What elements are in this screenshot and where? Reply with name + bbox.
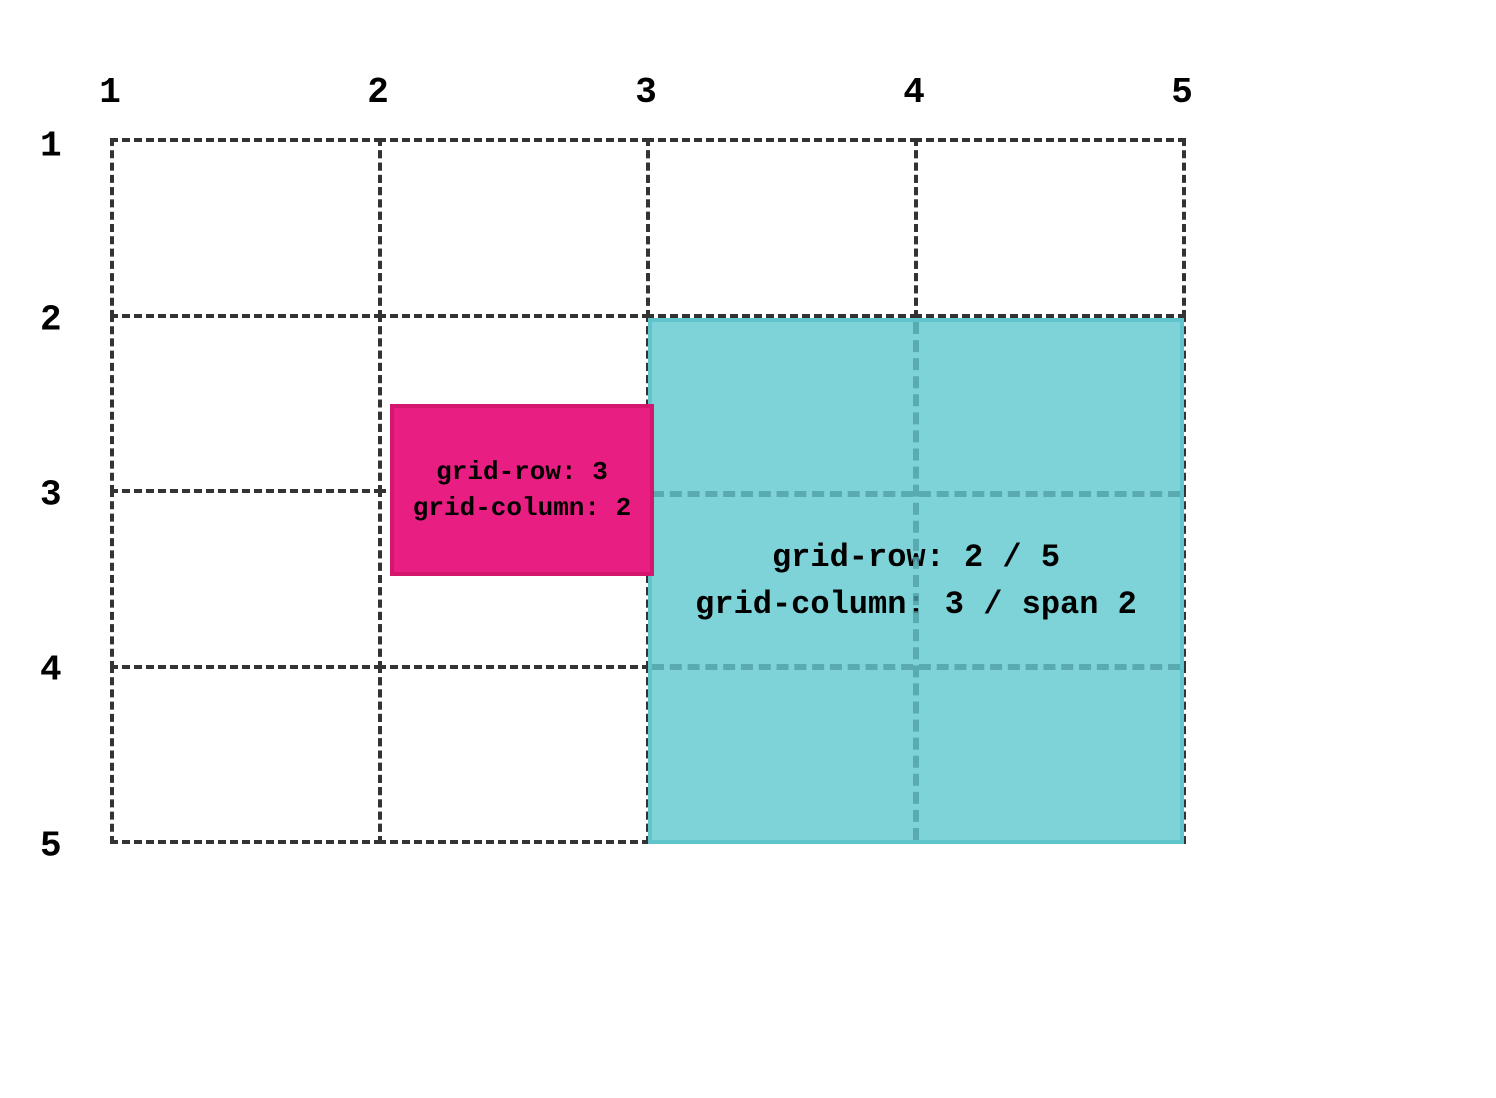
column-line-label: 1 xyxy=(99,72,121,113)
column-line-label: 2 xyxy=(367,72,389,113)
row-line-label: 5 xyxy=(40,826,62,867)
row-line-label: 4 xyxy=(40,650,62,691)
column-line-labels: 1 2 3 4 5 xyxy=(100,60,1210,120)
code-text: grid-row: 3 xyxy=(436,457,608,487)
grid-container: grid-row: 2 / 5 grid-column: 3 / span 2 … xyxy=(110,142,1182,844)
grid-item-teal-overlay xyxy=(652,322,1180,840)
grid-cell xyxy=(914,138,1186,318)
code-text: grid-row: 2 / 5 xyxy=(772,539,1060,576)
grid-item-teal: grid-row: 2 / 5 grid-column: 3 / span 2 xyxy=(648,318,1184,844)
grid-cell xyxy=(110,489,382,669)
grid-cell xyxy=(646,138,918,318)
column-line-label: 5 xyxy=(1171,72,1193,113)
row-line-label: 3 xyxy=(40,475,62,516)
grid-item-pink: grid-row: 3 grid-column: 2 xyxy=(390,404,654,576)
grid-cell xyxy=(110,665,382,845)
grid-cell xyxy=(110,138,382,318)
row-line-label: 1 xyxy=(40,126,62,167)
code-text: grid-column: 3 / span 2 xyxy=(695,586,1137,623)
grid-cell xyxy=(378,138,650,318)
code-text: grid-column: 2 xyxy=(413,493,631,523)
grid-cell xyxy=(110,314,382,494)
column-line-label: 3 xyxy=(635,72,657,113)
column-line-label: 4 xyxy=(903,72,925,113)
row-line-label: 2 xyxy=(40,300,62,341)
grid-cell xyxy=(378,665,650,845)
